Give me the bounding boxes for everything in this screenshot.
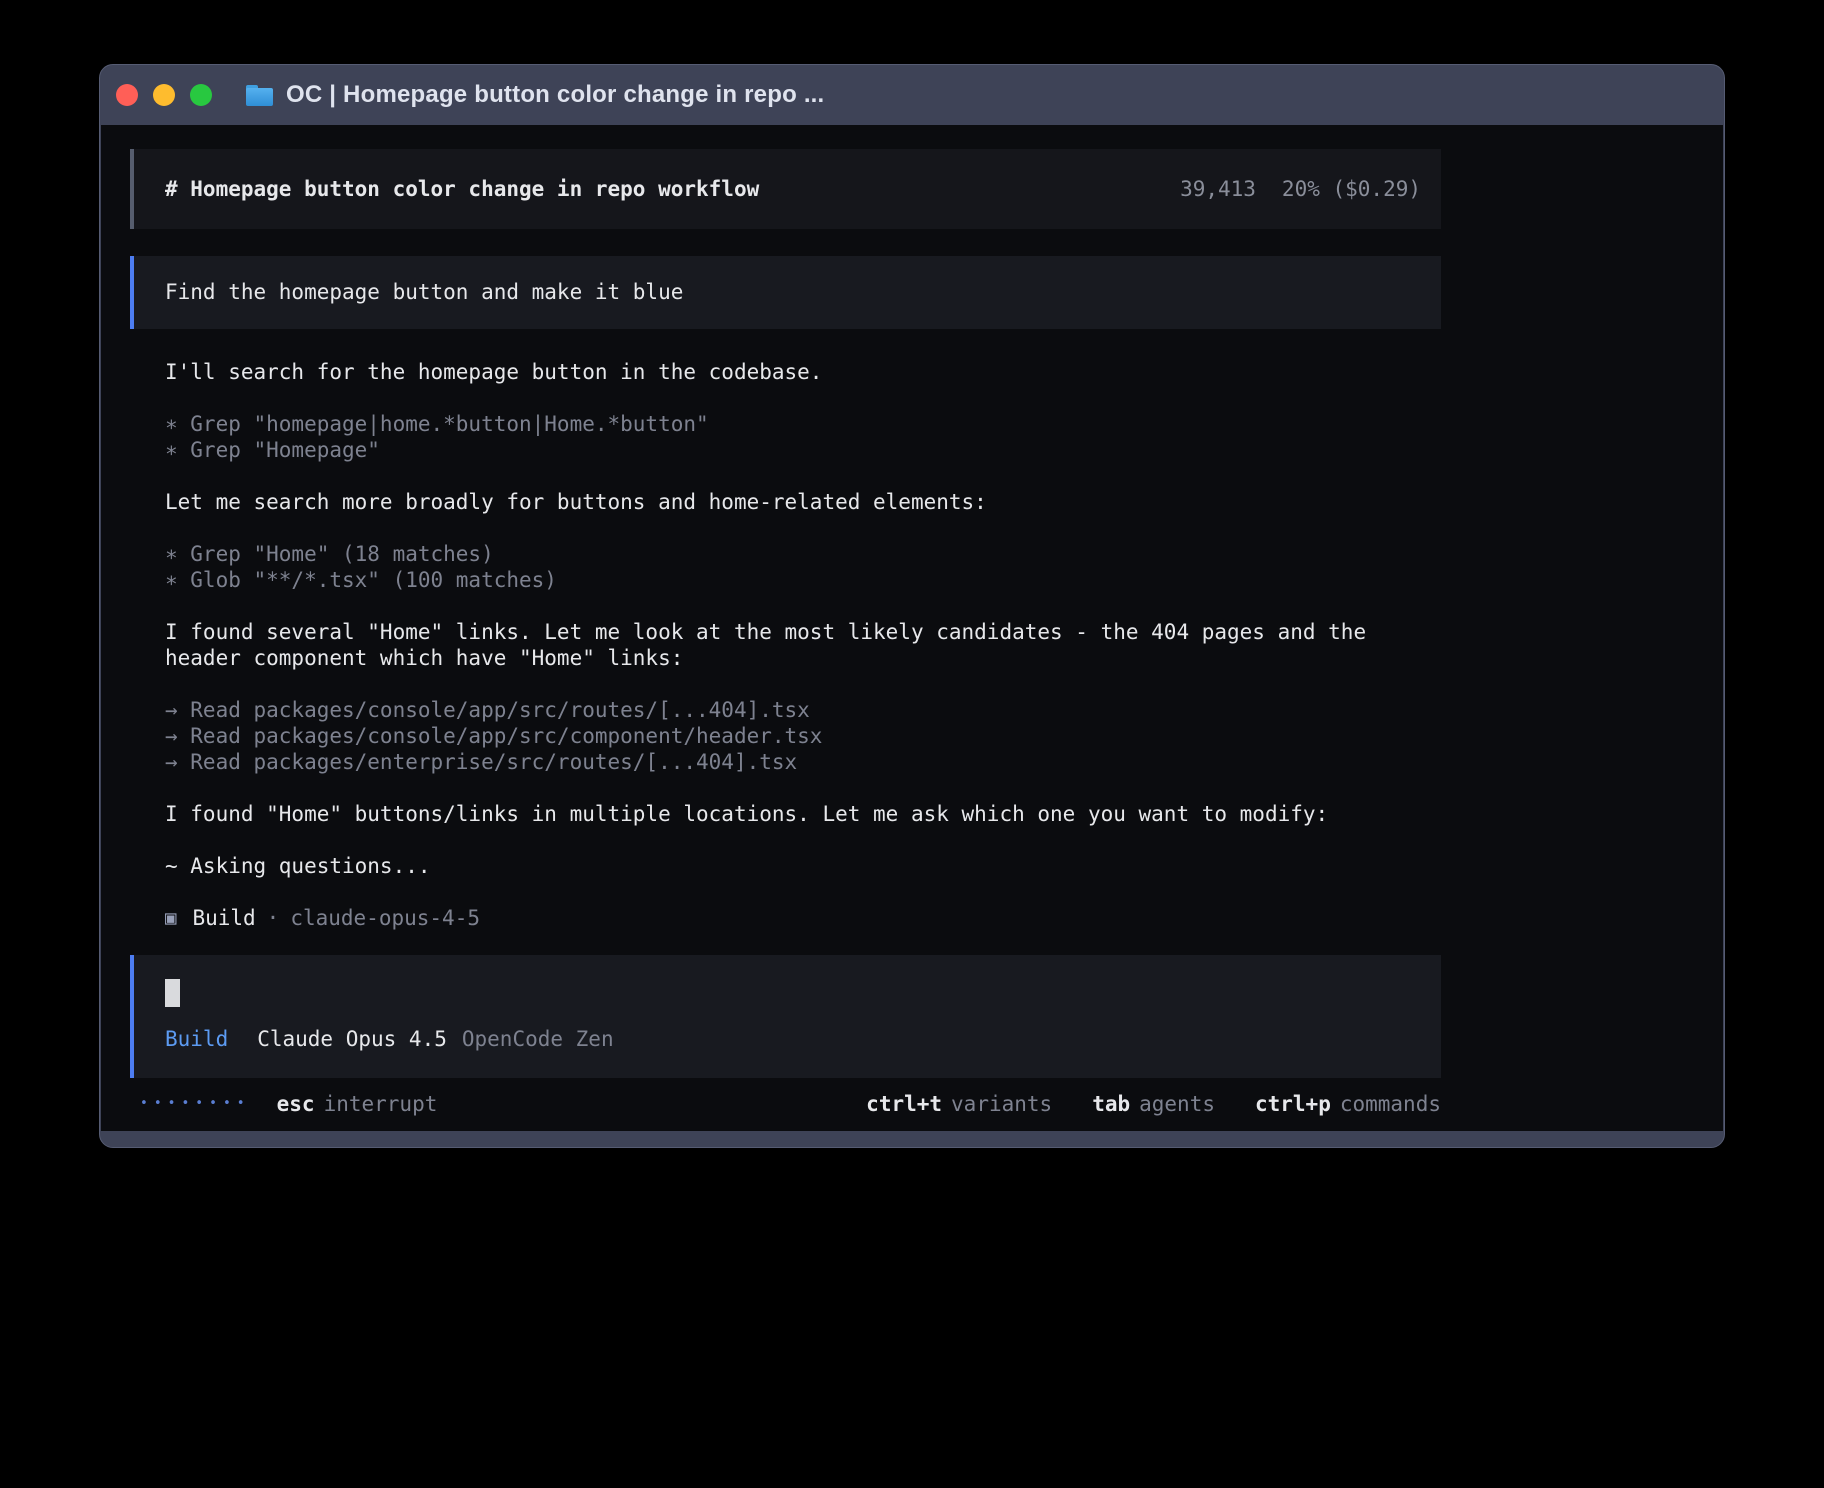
shortcut-interrupt: escinterrupt [277, 1091, 438, 1117]
session-header: # Homepage button color change in repo w… [130, 149, 1441, 229]
mode-label[interactable]: Build [165, 1026, 228, 1052]
separator-dot: · [267, 905, 280, 931]
tool-call-grep: ∗ Grep "homepage|home.*button|Home.*butt… [130, 411, 1441, 437]
tool-call-grep: ∗ Grep "Home" (18 matches) [130, 541, 1441, 567]
agent-icon: ▣ [165, 905, 176, 931]
terminal-content: # Homepage button color change in repo w… [101, 125, 1723, 1131]
traffic-lights [116, 84, 212, 106]
session-stats: 39,413 20% ($0.29) [1180, 177, 1421, 201]
minimize-button[interactable] [153, 84, 175, 106]
session-title: # Homepage button color change in repo w… [165, 177, 759, 201]
folder-icon [246, 85, 273, 106]
text-cursor [165, 979, 180, 1007]
input-line[interactable] [165, 979, 1421, 1012]
conversation: I'll search for the homepage button in t… [130, 359, 1441, 931]
shortcut-commands: ctrl+pcommands [1255, 1091, 1441, 1117]
window-title: OC | Homepage button color change in rep… [286, 81, 824, 109]
user-message-text: Find the homepage button and make it blu… [165, 280, 683, 304]
assistant-text: I'll search for the homepage button in t… [130, 359, 1441, 385]
agent-status: ▣ Build · claude-opus-4-5 [130, 905, 1441, 931]
assistant-status-text: ~ Asking questions... [130, 853, 1441, 879]
shortcut-variants: ctrl+tvariants [866, 1091, 1052, 1117]
tool-call-glob: ∗ Glob "**/*.tsx" (100 matches) [130, 567, 1441, 593]
zoom-button[interactable] [190, 84, 212, 106]
tool-call-read: → Read packages/console/app/src/componen… [130, 723, 1441, 749]
window-titlebar[interactable]: OC | Homepage button color change in rep… [100, 65, 1724, 125]
prompt-input[interactable]: Build Claude Opus 4.5 OpenCode Zen [130, 955, 1441, 1078]
assistant-text: I found "Home" buttons/links in multiple… [130, 801, 1441, 827]
model-name: claude-opus-4-5 [290, 905, 480, 931]
tool-call-read: → Read packages/enterprise/src/routes/[.… [130, 749, 1441, 775]
close-button[interactable] [116, 84, 138, 106]
spinner-dots: •••••••• [140, 1091, 251, 1117]
shortcut-agents: tabagents [1092, 1091, 1215, 1117]
tool-call-grep: ∗ Grep "Homepage" [130, 437, 1441, 463]
agent-name: Build [192, 905, 255, 931]
assistant-text: I found several "Home" links. Let me loo… [130, 619, 1441, 671]
token-count: 39,413 [1180, 177, 1256, 201]
assistant-text: Let me search more broadly for buttons a… [130, 489, 1441, 515]
terminal-window: OC | Homepage button color change in rep… [99, 64, 1725, 1148]
tool-call-read: → Read packages/console/app/src/routes/[… [130, 697, 1441, 723]
input-meta: Build Claude Opus 4.5 OpenCode Zen [165, 1026, 1421, 1052]
context-cost: 20% ($0.29) [1282, 177, 1421, 201]
status-bar: •••••••• escinterrupt ctrl+tvariants tab… [130, 1091, 1441, 1117]
input-provider-label: OpenCode Zen [462, 1026, 614, 1052]
input-model-label: Claude Opus 4.5 [257, 1026, 447, 1052]
user-message: Find the homepage button and make it blu… [130, 256, 1441, 329]
